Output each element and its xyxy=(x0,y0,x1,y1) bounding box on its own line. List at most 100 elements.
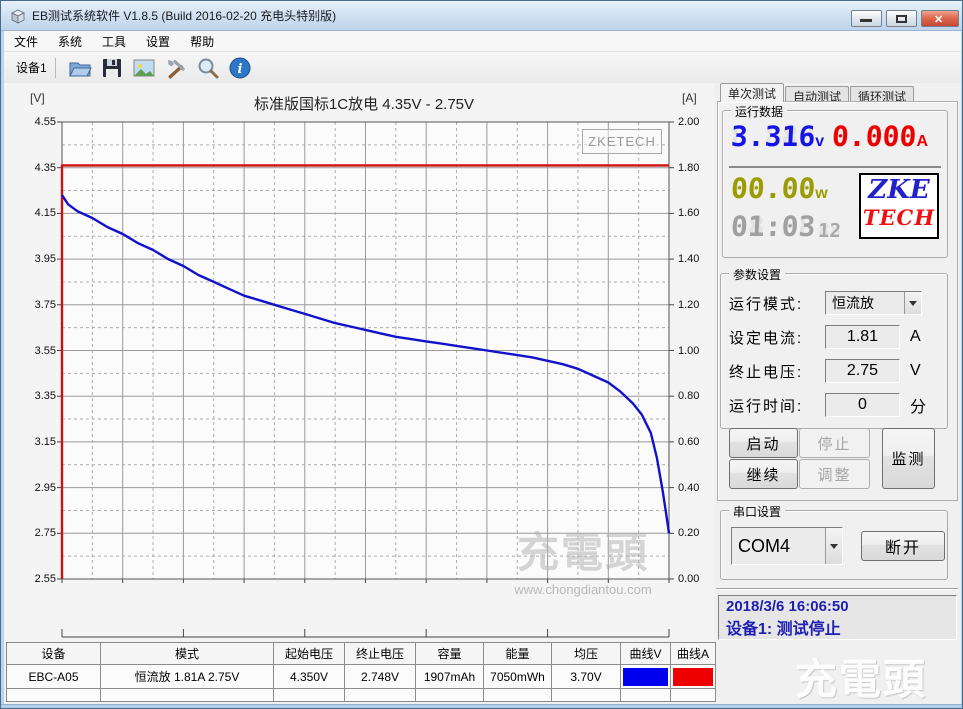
minimize-button[interactable] xyxy=(851,10,882,27)
left-axis-tick-5: 3.55 xyxy=(20,345,56,357)
time-seconds: 12 xyxy=(818,220,842,242)
table-row[interactable]: EBC-A05恒流放 1.81A 2.75V4.350V2.748V1907mA… xyxy=(7,665,716,689)
status-timestamp: 2018/3/6 16:06:50 xyxy=(726,598,956,615)
set-current-label: 设定电流: xyxy=(729,327,825,348)
right-axis-tick-1: 1.80 xyxy=(678,162,714,174)
run-data-group-label: 运行数据 xyxy=(731,103,787,120)
left-axis-tick-9: 2.75 xyxy=(20,527,56,539)
info-icon[interactable]: i xyxy=(227,55,253,81)
discharge-plot xyxy=(4,83,714,641)
right-axis-tick-10: 0.00 xyxy=(678,573,714,585)
run-time-input[interactable]: 0 xyxy=(825,393,900,417)
left-axis-tick-7: 3.15 xyxy=(20,436,56,448)
cutoff-voltage-input[interactable]: 2.75 xyxy=(825,359,900,383)
test-mode-tabs: 单次测试自动测试循环测试 xyxy=(720,83,915,102)
table-header-8: 曲线A xyxy=(671,643,716,665)
window-border-bottom xyxy=(1,704,963,709)
image-export-icon[interactable] xyxy=(131,55,157,81)
empty-cell xyxy=(484,689,552,702)
left-axis-tick-1: 4.35 xyxy=(20,162,56,174)
run-mode-dropdown-button[interactable] xyxy=(904,292,921,314)
table-cell-6: 3.70V xyxy=(552,665,621,689)
disconnect-button[interactable]: 断开 xyxy=(861,531,945,561)
zoom-icon[interactable] xyxy=(195,55,221,81)
com-port-dropdown-button[interactable] xyxy=(825,528,842,564)
empty-cell xyxy=(671,689,716,702)
open-folder-icon[interactable] xyxy=(67,55,93,81)
empty-cell xyxy=(552,689,621,702)
empty-cell xyxy=(345,689,416,702)
serial-group: 串口设置 COM4 断开 xyxy=(720,510,948,580)
left-axis-tick-10: 2.55 xyxy=(20,573,56,585)
toolbar-separator xyxy=(55,58,56,78)
right-axis-tick-5: 1.00 xyxy=(678,345,714,357)
menu-item-2[interactable]: 工具 xyxy=(92,31,136,52)
menu-item-3[interactable]: 设置 xyxy=(136,31,180,52)
table-header-5: 能量 xyxy=(484,643,552,665)
corner-watermark: 充電頭 www.chongdiantou.com xyxy=(761,646,961,709)
right-axis-tick-2: 1.60 xyxy=(678,207,714,219)
monitor-button[interactable]: 监测 xyxy=(882,428,935,489)
left-axis-tick-6: 3.35 xyxy=(20,390,56,402)
power-display: 88.8800.00 w xyxy=(731,175,828,203)
left-axis-tick-3: 3.95 xyxy=(20,253,56,265)
run-time-label: 运行时间: xyxy=(729,395,825,416)
right-panel: 单次测试自动测试循环测试 运行数据 8.8883.316 v 8.8880.00… xyxy=(714,83,961,641)
com-port-select[interactable]: COM4 xyxy=(731,527,843,565)
cutoff-voltage-label: 终止电压: xyxy=(729,361,825,382)
empty-cell xyxy=(101,689,274,702)
stop-button[interactable]: 停止 xyxy=(799,428,870,458)
tab-1[interactable]: 自动测试 xyxy=(785,86,849,102)
empty-cell xyxy=(7,689,101,702)
right-axis-tick-3: 1.40 xyxy=(678,253,714,265)
table-header-0: 设备 xyxy=(7,643,101,665)
table-cell-1: 恒流放 1.81A 2.75V xyxy=(101,665,274,689)
current-value: 0.000 xyxy=(831,120,917,153)
menu-item-0[interactable]: 文件 xyxy=(4,31,48,52)
menu-item-1[interactable]: 系统 xyxy=(48,31,92,52)
zke-tech-logo: ZKE TECH xyxy=(859,173,939,239)
toolbar: 设备1 i xyxy=(4,52,961,83)
empty-cell xyxy=(416,689,484,702)
right-axis-tick-6: 0.80 xyxy=(678,390,714,402)
run-time-unit: 分 xyxy=(910,393,926,417)
chart-region: 标准版国标1C放电 4.35V - 2.75V [V] [A] ZKETECH … xyxy=(4,83,714,641)
save-icon[interactable] xyxy=(99,55,125,81)
start-button[interactable]: 启动 xyxy=(729,428,798,458)
right-axis-tick-8: 0.40 xyxy=(678,482,714,494)
close-button[interactable]: ✕ xyxy=(921,10,959,27)
right-axis-tick-7: 0.60 xyxy=(678,436,714,448)
power-unit: w xyxy=(815,185,827,203)
tab-0[interactable]: 单次测试 xyxy=(720,83,784,102)
params-group-label: 参数设置 xyxy=(729,266,785,283)
chevron-down-icon xyxy=(909,301,917,306)
left-axis-tick-2: 4.15 xyxy=(20,207,56,219)
tab-2[interactable]: 循环测试 xyxy=(850,86,914,102)
cutoff-voltage-unit: V xyxy=(910,362,921,380)
window-title: EB测试系统软件 V1.8.5 (Build 2016-02-20 充电头特别版… xyxy=(32,7,336,24)
maximize-button[interactable] xyxy=(886,10,917,27)
chevron-down-icon xyxy=(830,544,838,549)
serial-group-label: 串口设置 xyxy=(729,503,785,520)
empty-cell xyxy=(274,689,345,702)
run-mode-select[interactable]: 恒流放 xyxy=(825,291,922,315)
app-icon xyxy=(10,8,26,24)
menu-item-4[interactable]: 帮助 xyxy=(180,31,224,52)
adjust-button[interactable]: 调整 xyxy=(799,459,870,489)
title-bar: EB测试系统软件 V1.8.5 (Build 2016-02-20 充电头特别版… xyxy=(1,1,963,31)
zketech-watermark: ZKETECH xyxy=(582,129,662,154)
table-cell-4: 1907mAh xyxy=(416,665,484,689)
table-cell-2: 4.350V xyxy=(274,665,345,689)
panel-divider xyxy=(716,588,958,590)
curve-a-swatch xyxy=(671,665,716,689)
resume-button[interactable]: 继续 xyxy=(729,459,798,489)
set-current-input[interactable]: 1.81 xyxy=(825,325,900,349)
app-window: EB测试系统软件 V1.8.5 (Build 2016-02-20 充电头特别版… xyxy=(0,0,963,709)
right-axis-tick-4: 1.20 xyxy=(678,299,714,311)
voltage-display: 8.8883.316 v 8.8880.000 A xyxy=(731,123,928,151)
table-header-6: 均压 xyxy=(552,643,621,665)
tools-icon[interactable] xyxy=(163,55,189,81)
table-empty-row xyxy=(7,689,716,702)
device-tab-label[interactable]: 设备1 xyxy=(4,59,55,76)
curve-v-swatch xyxy=(621,665,671,689)
